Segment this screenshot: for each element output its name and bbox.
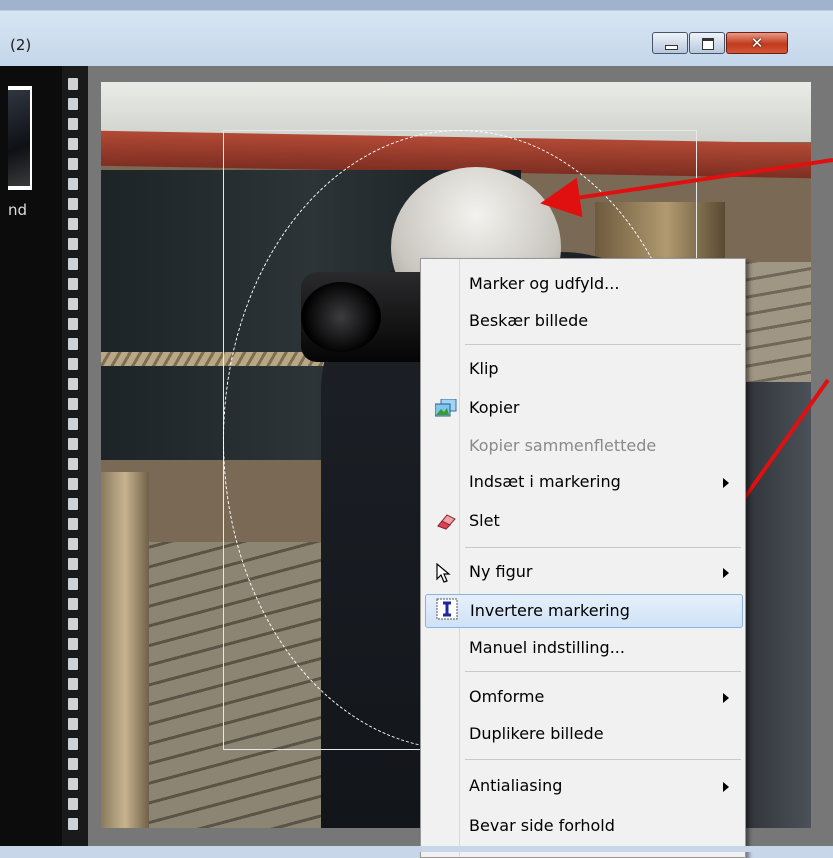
text-cursor-icon	[436, 598, 458, 620]
film-hole	[68, 118, 78, 130]
menu-item-label: Omforme	[469, 687, 545, 706]
film-hole	[68, 818, 78, 830]
film-hole	[68, 658, 78, 670]
menu-item-antialiasing[interactable]: Antialiasing	[421, 773, 745, 799]
menu-item-delete[interactable]: Slet	[421, 508, 745, 534]
bottom-edge	[0, 846, 833, 852]
menu-item-transform[interactable]: Omforme	[421, 684, 745, 710]
submenu-arrow-icon	[723, 782, 729, 792]
film-hole	[68, 238, 78, 250]
submenu-arrow-icon	[723, 693, 729, 703]
film-hole	[68, 98, 78, 110]
menu-item-label: Ny figur	[469, 562, 533, 581]
menu-separator	[465, 547, 741, 548]
image-thumbnail[interactable]	[8, 86, 32, 190]
context-menu: Marker og udfyld... Beskær billede Klip …	[420, 258, 746, 858]
menu-item-label: Bevar side forhold	[469, 816, 615, 835]
menu-item-label: Invertere markering	[470, 601, 630, 620]
film-hole	[68, 458, 78, 470]
film-hole	[68, 258, 78, 270]
maximize-icon	[702, 38, 714, 50]
film-hole	[68, 218, 78, 230]
film-hole	[68, 758, 78, 770]
thumbnail-image	[8, 90, 30, 186]
film-hole	[68, 498, 78, 510]
film-hole	[68, 598, 78, 610]
menu-item-label: Kopier	[469, 398, 520, 417]
film-hole	[68, 158, 78, 170]
menu-item-manual-setting[interactable]: Manuel indstilling...	[421, 635, 745, 661]
pointer-icon	[435, 562, 455, 583]
menu-separator	[465, 344, 741, 345]
menu-item-new-shape[interactable]: Ny figur	[421, 559, 745, 585]
submenu-arrow-icon	[723, 478, 729, 488]
thumbnail-label: nd	[8, 201, 28, 219]
close-button[interactable]: ✕	[726, 32, 788, 54]
copy-image-icon	[434, 398, 457, 417]
menu-item-label: Kopier sammenflettede	[469, 436, 657, 455]
submenu-arrow-icon	[723, 568, 729, 578]
menu-item-keep-aspect-ratio[interactable]: Bevar side forhold	[421, 813, 745, 839]
window-title: (2)	[10, 36, 32, 54]
film-hole	[68, 178, 78, 190]
film-hole	[68, 798, 78, 810]
minimize-button[interactable]	[652, 32, 688, 54]
film-hole	[68, 138, 78, 150]
menu-separator	[465, 759, 741, 760]
film-hole	[68, 698, 78, 710]
maximize-button[interactable]	[689, 32, 725, 54]
eraser-icon	[435, 512, 456, 530]
menu-item-invert-selection[interactable]: Invertere markering	[425, 594, 743, 628]
film-hole	[68, 618, 78, 630]
menu-item-label: Duplikere billede	[469, 724, 604, 743]
menu-item-label: Marker og udfyld...	[469, 274, 620, 293]
menu-item-copy[interactable]: Kopier	[421, 395, 745, 421]
menu-item-label: Klip	[469, 359, 499, 378]
film-hole	[68, 438, 78, 450]
menu-gutter	[459, 259, 460, 857]
menu-separator	[465, 671, 741, 672]
menu-item-label: Manuel indstilling...	[469, 638, 625, 657]
film-hole	[68, 278, 78, 290]
film-hole	[68, 78, 78, 90]
film-hole	[68, 358, 78, 370]
film-strip	[62, 66, 88, 846]
photo-post	[101, 472, 149, 828]
film-hole	[68, 418, 78, 430]
film-hole	[68, 338, 78, 350]
film-hole	[68, 738, 78, 750]
film-hole	[68, 398, 78, 410]
film-hole	[68, 518, 78, 530]
title-bar: (2) ✕	[0, 0, 833, 66]
menu-item-select-fill[interactable]: Marker og udfyld...	[421, 271, 745, 297]
menu-item-cut[interactable]: Klip	[421, 356, 745, 382]
menu-item-copy-merged[interactable]: Kopier sammenflettede	[421, 433, 745, 459]
menu-item-duplicate-image[interactable]: Duplikere billede	[421, 721, 745, 747]
menu-item-label: Indsæt i markering	[469, 472, 621, 491]
menu-item-label: Beskær billede	[469, 311, 589, 330]
film-hole	[68, 718, 78, 730]
minimize-icon	[665, 45, 678, 50]
film-hole	[68, 378, 78, 390]
film-hole	[68, 778, 78, 790]
menu-item-label: Slet	[469, 511, 500, 530]
close-icon: ✕	[750, 34, 764, 52]
film-hole	[68, 678, 78, 690]
film-hole	[68, 318, 78, 330]
menu-item-label: Antialiasing	[469, 776, 563, 795]
film-hole	[68, 538, 78, 550]
menu-item-crop-image[interactable]: Beskær billede	[421, 308, 745, 334]
film-hole	[68, 558, 78, 570]
film-hole	[68, 478, 78, 490]
film-hole	[68, 638, 78, 650]
film-hole	[68, 198, 78, 210]
film-hole	[68, 578, 78, 590]
film-hole	[68, 298, 78, 310]
menu-item-paste-into-selection[interactable]: Indsæt i markering	[421, 469, 745, 495]
